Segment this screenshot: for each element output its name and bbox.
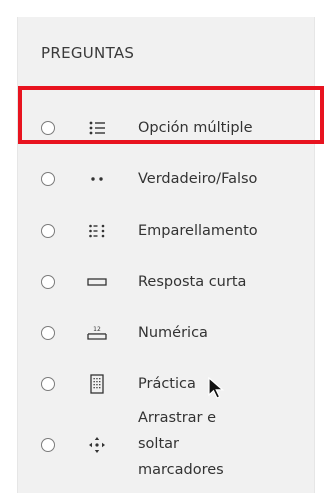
short-answer-icon [87, 274, 107, 290]
question-type-true-false[interactable]: Verdadeiro/Falso [18, 166, 314, 192]
question-type-matching[interactable]: Emparellamento [18, 218, 314, 244]
svg-text:12: 12 [93, 326, 101, 333]
question-type-label: Práctica [138, 376, 196, 392]
label-line: Arrastrar e [138, 410, 217, 426]
radio-button[interactable] [41, 172, 55, 186]
question-type-short-answer[interactable]: Resposta curta [18, 269, 314, 295]
radio-button[interactable] [41, 224, 55, 238]
question-type-numerical[interactable]: 12 Numérica [18, 320, 314, 346]
radio-button[interactable] [41, 275, 55, 289]
question-type-multiple-choice[interactable]: Opción múltiple [18, 115, 314, 141]
question-type-label: Opción múltiple [138, 120, 253, 136]
matching-icon [87, 223, 107, 239]
radio-button[interactable] [41, 326, 55, 340]
radio-button[interactable] [41, 438, 55, 452]
multiple-choice-icon [87, 120, 107, 136]
label-line: marcadores [138, 462, 224, 478]
numerical-icon: 12 [87, 324, 107, 342]
true-false-icon [87, 171, 107, 187]
question-types-panel: PREGUNTAS Opción múltiple Verdadeiro/Fal… [17, 17, 324, 493]
question-type-label: Resposta curta [138, 274, 247, 290]
question-type-label: Emparellamento [138, 223, 258, 239]
question-type-label: Arrastrar e soltar marcadores [138, 405, 224, 483]
label-line: soltar [138, 436, 179, 452]
panel-title: PREGUNTAS [41, 44, 135, 62]
drag-drop-markers-icon [87, 437, 107, 453]
question-type-drag-drop-markers[interactable]: Arrastrar e soltar marcadores [18, 405, 314, 485]
practice-icon [87, 374, 107, 394]
radio-button[interactable] [41, 377, 55, 391]
question-type-practice[interactable]: Práctica [18, 371, 314, 397]
question-type-label: Verdadeiro/Falso [138, 171, 258, 187]
radio-button[interactable] [41, 121, 55, 135]
mouse-pointer-icon [208, 376, 226, 405]
question-type-label: Numérica [138, 325, 208, 341]
